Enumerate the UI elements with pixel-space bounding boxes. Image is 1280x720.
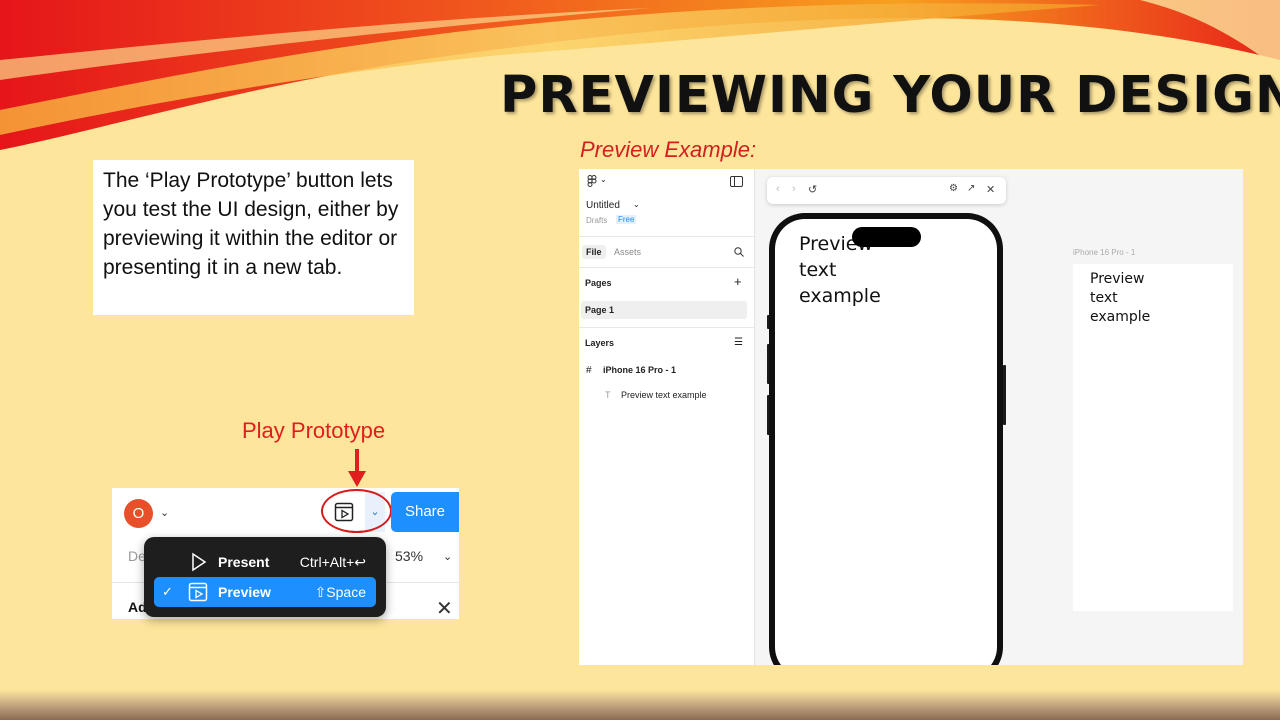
play-menu: Present Ctrl+Alt+↩ ✓ Preview ⇧Space (144, 537, 386, 617)
close-icon[interactable]: ✕ (986, 183, 995, 196)
menu-item-shortcut: ⇧Space (314, 584, 366, 600)
frame-icon: # (586, 365, 592, 376)
frame-text: Preview text example (1090, 271, 1151, 325)
menu-item-preview[interactable]: ✓ Preview ⇧Space (154, 577, 376, 607)
pages-header: Pages (585, 278, 612, 288)
settings-icon[interactable]: ⚙ (949, 183, 958, 194)
figma-editor-screenshot: ⌄ Untitled ⌄ Drafts Free File Assets Pag… (579, 169, 1243, 665)
frame-label[interactable]: iPhone 16 Pro - 1 (1073, 248, 1135, 257)
description-text: The ‘Play Prototype’ button lets you tes… (93, 160, 414, 315)
checkmark-icon: ✓ (162, 584, 173, 599)
drafts-label[interactable]: Drafts (586, 216, 607, 225)
preview-browser-bar: ‹ › ↺ ⚙ ↗ ✕ (767, 177, 1006, 204)
page-list-item[interactable]: Page 1 (581, 301, 747, 319)
layer-text[interactable]: Preview text example (621, 390, 707, 400)
menu-item-label: Preview (218, 584, 271, 600)
chevron-down-icon[interactable]: ⌄ (160, 506, 169, 519)
figma-logo-icon[interactable] (586, 175, 598, 187)
layer-frame[interactable]: iPhone 16 Pro - 1 (603, 365, 676, 375)
layers-sidebar: ⌄ Untitled ⌄ Drafts Free File Assets Pag… (579, 169, 755, 665)
forward-icon[interactable]: › (792, 183, 796, 195)
tab-file[interactable]: File (582, 245, 606, 259)
menu-item-label: Present (218, 554, 270, 570)
phone-mockup: Preview text example (769, 213, 1003, 665)
highlight-ring (321, 489, 392, 533)
layers-options-icon[interactable]: ☰ (734, 337, 743, 348)
restart-icon[interactable]: ↺ (808, 183, 817, 196)
open-external-icon[interactable]: ↗ (967, 183, 975, 194)
play-prototype-label: Play Prototype (242, 418, 386, 443)
plan-badge: Free (616, 215, 637, 224)
avatar[interactable]: O (124, 499, 153, 528)
text-layer-icon: T (605, 390, 611, 400)
arrow-down-icon (348, 449, 366, 487)
layers-header: Layers (585, 338, 615, 348)
chevron-down-icon[interactable]: ⌄ (633, 200, 640, 209)
share-button[interactable]: Share (391, 492, 459, 532)
sidebar-toggle-icon[interactable] (730, 176, 743, 187)
menu-item-present[interactable]: Present Ctrl+Alt+↩ (154, 547, 376, 577)
preview-icon (188, 582, 208, 602)
divider (579, 267, 754, 268)
canvas-frame[interactable]: Preview text example (1073, 264, 1233, 611)
divider (579, 236, 754, 237)
tab-assets[interactable]: Assets (614, 247, 641, 257)
slide-title: PREVIEWING YOUR DESIGN (500, 66, 1280, 125)
zoom-level[interactable]: 53% (395, 548, 423, 564)
chevron-down-icon[interactable]: ⌄ (600, 175, 607, 184)
phone-screen: Preview text example (775, 219, 997, 665)
back-icon[interactable]: ‹ (776, 183, 780, 195)
search-icon[interactable] (734, 247, 744, 257)
menu-item-shortcut: Ctrl+Alt+↩ (299, 554, 366, 570)
bottom-band (0, 690, 1280, 720)
preview-caption: Preview Example: (580, 137, 757, 162)
page-name: Page 1 (585, 305, 615, 315)
add-page-icon[interactable]: + (734, 274, 742, 289)
phone-side-button (1003, 365, 1006, 425)
divider (579, 327, 754, 328)
dynamic-island (852, 227, 921, 247)
file-name[interactable]: Untitled (586, 200, 620, 211)
play-icon (192, 552, 207, 572)
zoom-chevron-icon[interactable]: ⌄ (443, 550, 452, 563)
close-icon[interactable]: ✕ (436, 596, 453, 619)
